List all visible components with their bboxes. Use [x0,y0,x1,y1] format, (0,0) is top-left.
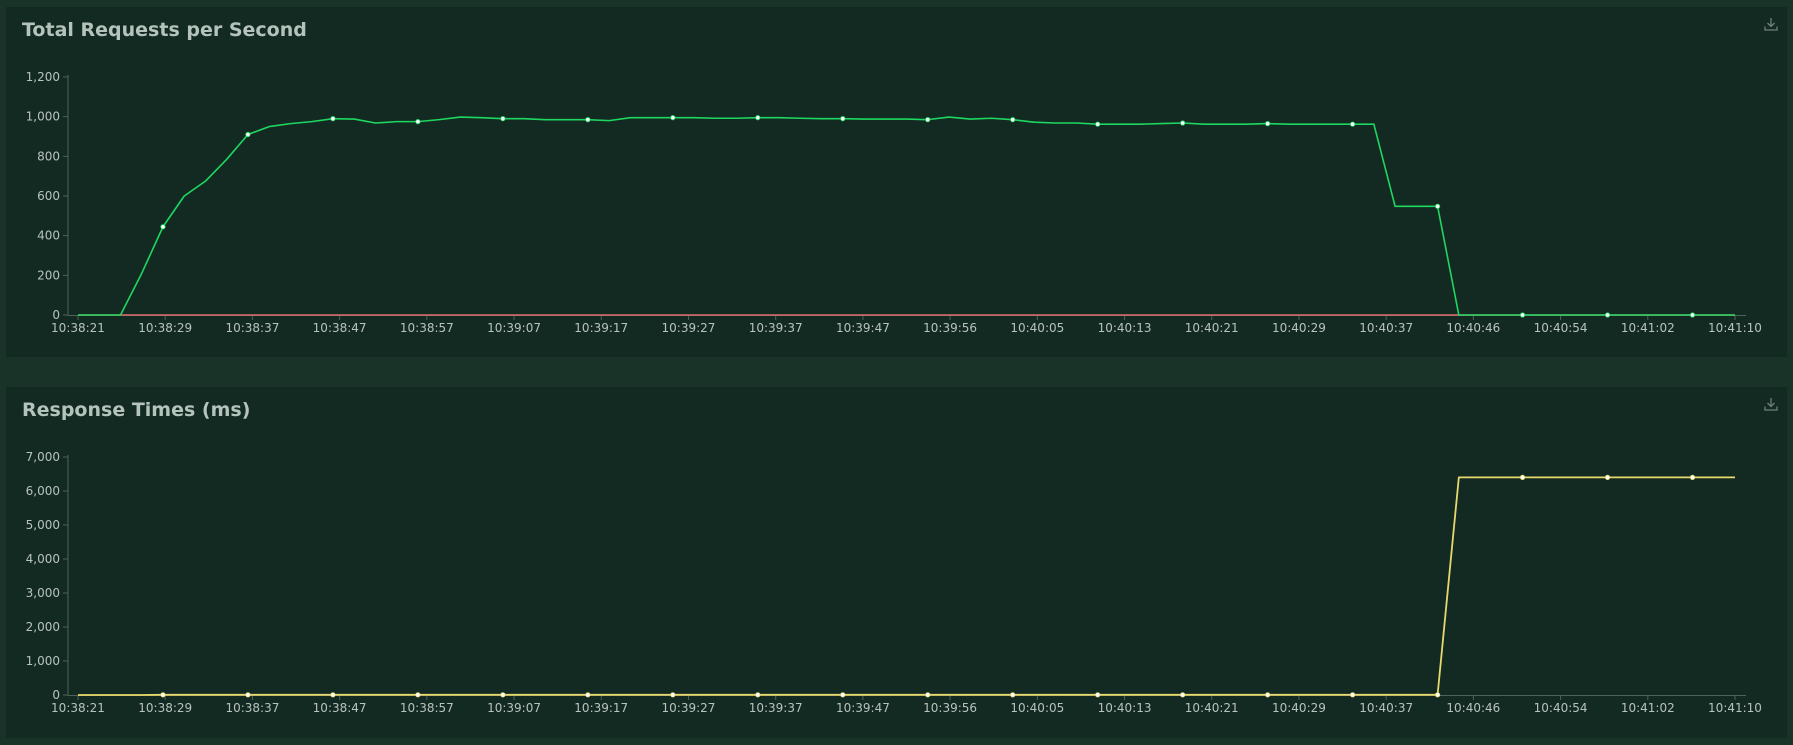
data-point[interactable] [1180,692,1186,698]
x-tick-label: 10:39:27 [662,321,716,335]
x-tick-label: 10:40:21 [1185,701,1239,715]
data-point[interactable] [245,692,251,698]
x-tick-label: 10:40:29 [1272,701,1326,715]
x-tick-label: 10:38:29 [138,321,192,335]
y-tick-label: 600 [37,189,60,203]
x-tick-label: 10:40:13 [1098,701,1152,715]
x-tick-label: 10:39:27 [662,701,716,715]
data-point[interactable] [1434,692,1441,698]
data-point[interactable] [500,116,506,122]
x-tick-label: 10:40:29 [1272,321,1326,335]
data-point[interactable] [415,692,421,698]
data-point[interactable] [1519,312,1526,318]
x-tick-label: 10:39:37 [749,701,803,715]
x-tick-label: 10:38:57 [400,701,454,715]
data-point[interactable] [925,692,931,698]
data-point[interactable] [1689,312,1696,318]
x-tick-label: 10:38:57 [400,321,454,335]
data-point[interactable] [160,224,166,230]
data-point[interactable] [840,692,846,698]
x-tick-label: 10:40:54 [1534,701,1588,715]
x-tick-label: 10:38:21 [51,321,105,335]
x-tick-label: 10:41:10 [1708,701,1762,715]
data-point[interactable] [1350,692,1356,698]
data-point[interactable] [755,692,761,698]
y-tick-label: 6,000 [26,484,60,498]
data-point[interactable] [1010,117,1016,123]
y-tick-label: 5,000 [26,518,60,532]
x-tick-label: 10:38:29 [138,701,192,715]
x-tick-label: 10:40:46 [1446,701,1500,715]
data-point[interactable] [415,119,421,125]
x-tick-label: 10:40:13 [1098,321,1152,335]
x-tick-label: 10:40:46 [1446,321,1500,335]
response-time-line [78,476,1735,696]
y-tick-label: 1,000 [26,654,60,668]
data-point[interactable] [755,115,761,121]
x-tick-label: 10:38:47 [313,701,367,715]
x-tick-label: 10:39:47 [836,321,890,335]
data-point[interactable] [1350,121,1356,127]
y-tick-label: 800 [37,149,60,163]
x-tick-label: 10:39:37 [749,321,803,335]
x-tick-label: 10:41:02 [1621,321,1675,335]
data-point[interactable] [1180,120,1186,126]
data-point[interactable] [330,692,336,698]
y-tick-label: 2,000 [26,620,60,634]
data-point[interactable] [1010,692,1016,698]
data-point[interactable] [160,692,166,698]
x-tick-label: 10:39:56 [923,321,977,335]
y-tick-label: 0 [52,308,60,322]
requests-per-second-panel: Total Requests per Second 0 200 400 600 800 1… [6,7,1787,357]
data-point[interactable] [670,692,676,698]
x-tick-label: 10:38:37 [225,321,279,335]
y-tick-label: 200 [37,268,60,282]
data-point[interactable] [670,115,676,121]
data-point[interactable] [1604,312,1611,318]
data-point[interactable] [1095,692,1101,698]
data-point[interactable] [1434,203,1441,209]
data-point[interactable] [1519,474,1526,481]
x-tick-label: 10:40:05 [1010,321,1064,335]
x-tick-label: 10:39:56 [923,701,977,715]
y-tick-label: 0 [52,688,60,702]
data-point[interactable] [1095,121,1101,127]
data-point[interactable] [1265,121,1271,127]
x-tick-label: 10:41:10 [1708,321,1762,335]
x-tick-label: 10:39:17 [574,701,628,715]
data-point[interactable] [245,131,251,138]
x-tick-label: 10:41:02 [1621,701,1675,715]
data-point[interactable] [1265,692,1271,698]
x-tick-label: 10:38:21 [51,701,105,715]
requests-line [78,116,1735,316]
requests-per-second-chart: 0 200 400 600 800 1,000 1,200 10:38:21 10:38:29 1… [26,70,1762,335]
response-times-panel: Response Times (ms) 0 1,000 2,000 3,000 4,00… [6,387,1787,738]
y-tick-label: 3,000 [26,586,60,600]
y-tick-label: 400 [37,229,60,243]
y-tick-label: 7,000 [26,450,60,464]
x-tick-label: 10:40:37 [1359,701,1413,715]
response-times-chart: 0 1,000 2,000 3,000 4,000 5,000 6,000 7,000 10:3… [26,450,1762,715]
x-tick-label: 10:39:17 [574,321,628,335]
x-tick-label: 10:39:07 [487,321,541,335]
x-tick-label: 10:39:07 [487,701,541,715]
data-point[interactable] [1689,474,1696,481]
data-point[interactable] [500,692,506,698]
data-point[interactable] [585,117,591,123]
data-point[interactable] [1604,474,1611,481]
y-tick-label: 1,000 [26,110,60,124]
data-point[interactable] [840,116,846,122]
x-tick-label: 10:40:21 [1185,321,1239,335]
data-point[interactable] [925,117,931,123]
x-tick-label: 10:40:37 [1359,321,1413,335]
x-tick-label: 10:39:47 [836,701,890,715]
data-point[interactable] [585,692,591,698]
x-tick-label: 10:40:54 [1534,321,1588,335]
x-tick-label: 10:40:05 [1010,701,1064,715]
data-point[interactable] [330,116,336,122]
x-tick-label: 10:38:47 [313,321,367,335]
y-tick-label: 4,000 [26,552,60,566]
y-tick-label: 1,200 [26,70,60,84]
x-tick-label: 10:38:37 [225,701,279,715]
